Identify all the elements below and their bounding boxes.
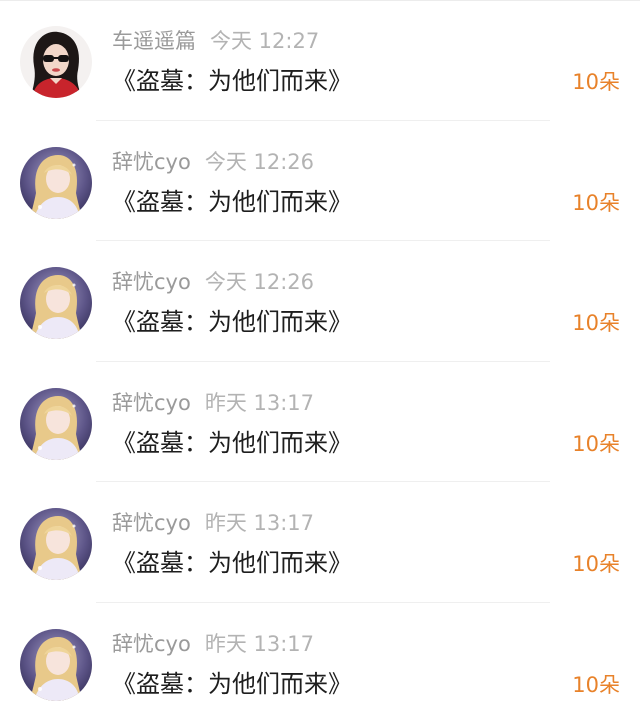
woman-sunglasses-avatar [20,26,92,98]
timestamp: 昨天 13:17 [205,391,314,415]
record-meta: 辞忧cyo 今天 12:26 [112,267,314,297]
timestamp: 昨天 13:17 [205,511,314,535]
list-item[interactable]: 辞忧cyo 昨天 13:17 《盗墓：为他们而来》 10朵 [0,603,640,723]
gift-message: 《盗墓：为他们而来》 [112,426,352,460]
avatar[interactable] [20,629,92,701]
anime-girl-avatar [20,629,92,701]
timestamp: 今天 12:26 [205,270,314,294]
gift-message: 《盗墓：为他们而来》 [112,546,352,580]
avatar[interactable] [20,508,92,580]
timestamp: 今天 12:27 [210,29,319,53]
record-meta: 辞忧cyo 昨天 13:17 [112,629,314,659]
avatar[interactable] [20,147,92,219]
username[interactable]: 辞忧cyo [112,632,191,656]
username[interactable]: 辞忧cyo [112,391,191,415]
anime-girl-avatar [20,388,92,460]
timestamp: 今天 12:26 [205,150,314,174]
record-meta: 辞忧cyo 今天 12:26 [112,147,314,177]
list-item[interactable]: 辞忧cyo 今天 12:26 《盗墓：为他们而来》 10朵 [0,121,640,242]
username[interactable]: 车遥遥篇 [112,29,196,53]
record-meta: 辞忧cyo 昨天 13:17 [112,388,314,418]
gift-record-list: 车遥遥篇今天 12:27 《盗墓：为他们而来》 10朵 [0,0,640,723]
list-item[interactable]: 辞忧cyo 昨天 13:17 《盗墓：为他们而来》 10朵 [0,362,640,483]
flower-count: 10朵 [572,428,620,460]
flower-count: 10朵 [572,307,620,339]
anime-girl-avatar [20,508,92,580]
gift-message: 《盗墓：为他们而来》 [112,185,352,219]
flower-count: 10朵 [572,66,620,98]
username[interactable]: 辞忧cyo [112,511,191,535]
avatar[interactable] [20,388,92,460]
gift-message: 《盗墓：为他们而来》 [112,64,352,98]
anime-girl-avatar [20,267,92,339]
list-item[interactable]: 车遥遥篇今天 12:27 《盗墓：为他们而来》 10朵 [0,0,640,121]
record-meta: 辞忧cyo 昨天 13:17 [112,508,314,538]
avatar[interactable] [20,26,92,98]
flower-count: 10朵 [572,187,620,219]
timestamp: 昨天 13:17 [205,632,314,656]
flower-count: 10朵 [572,548,620,580]
flower-count: 10朵 [572,669,620,701]
username[interactable]: 辞忧cyo [112,270,191,294]
list-item[interactable]: 辞忧cyo 昨天 13:17 《盗墓：为他们而来》 10朵 [0,482,640,603]
username[interactable]: 辞忧cyo [112,150,191,174]
record-meta: 车遥遥篇今天 12:27 [112,26,319,56]
gift-message: 《盗墓：为他们而来》 [112,667,352,701]
avatar[interactable] [20,267,92,339]
anime-girl-avatar [20,147,92,219]
gift-message: 《盗墓：为他们而来》 [112,305,352,339]
list-item[interactable]: 辞忧cyo 今天 12:26 《盗墓：为他们而来》 10朵 [0,241,640,362]
